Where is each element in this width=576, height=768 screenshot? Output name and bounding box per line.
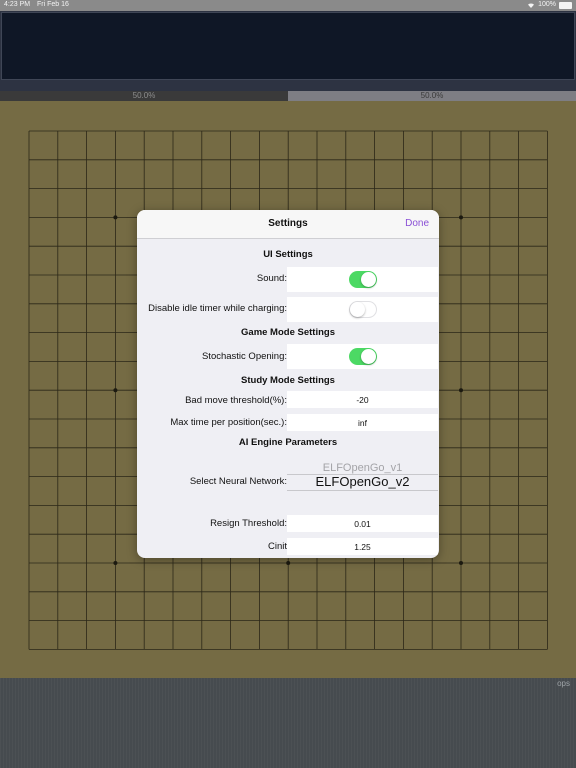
network-option-v1[interactable]: ELFOpenGo_v1 xyxy=(287,462,438,474)
cinit-value: 1.25 xyxy=(354,542,371,552)
network-label: Select Neural Network: xyxy=(189,476,287,487)
bad-move-label: Bad move threshold(%): xyxy=(185,395,287,406)
sound-toggle[interactable] xyxy=(349,271,377,288)
done-button[interactable]: Done xyxy=(405,218,429,229)
idle-timer-toggle[interactable] xyxy=(349,301,377,318)
sound-cell xyxy=(287,267,438,292)
resign-threshold-field[interactable]: 0.01 xyxy=(287,515,438,532)
network-option-selected[interactable]: ELFOpenGo_v2 xyxy=(287,474,438,489)
settings-dialog: Settings Done UI Settings Sound: Disable… xyxy=(137,210,439,558)
idle-timer-label: Disable idle timer while charging: xyxy=(148,303,287,314)
max-time-value: inf xyxy=(358,418,367,428)
stochastic-cell xyxy=(287,344,438,369)
toggle-knob xyxy=(361,272,376,287)
max-time-label: Max time per position(sec.): xyxy=(170,417,287,428)
picker-divider xyxy=(287,490,438,491)
bad-move-value: -20 xyxy=(356,395,369,405)
cinit-label: Cinit xyxy=(267,541,287,552)
settings-title: Settings xyxy=(268,218,308,229)
resign-threshold-value: 0.01 xyxy=(354,519,371,529)
bad-move-field[interactable]: -20 xyxy=(287,391,438,408)
ai-engine-header: AI Engine Parameters xyxy=(238,437,338,448)
toggle-knob xyxy=(361,349,376,364)
sound-label: Sound: xyxy=(256,273,287,284)
game-mode-header: Game Mode Settings xyxy=(241,327,335,338)
study-mode-header: Study Mode Settings xyxy=(241,375,335,386)
stochastic-opening-label: Stochastic Opening: xyxy=(201,351,287,362)
max-time-field[interactable]: inf xyxy=(287,414,438,431)
stochastic-opening-toggle[interactable] xyxy=(349,348,377,365)
ui-settings-header: UI Settings xyxy=(263,249,313,260)
toggle-knob xyxy=(350,302,365,317)
settings-header: Settings Done xyxy=(137,210,439,239)
cinit-field[interactable]: 1.25 xyxy=(287,538,438,555)
resign-threshold-label: Resign Threshold: xyxy=(210,518,287,529)
idle-timer-cell xyxy=(287,297,438,322)
